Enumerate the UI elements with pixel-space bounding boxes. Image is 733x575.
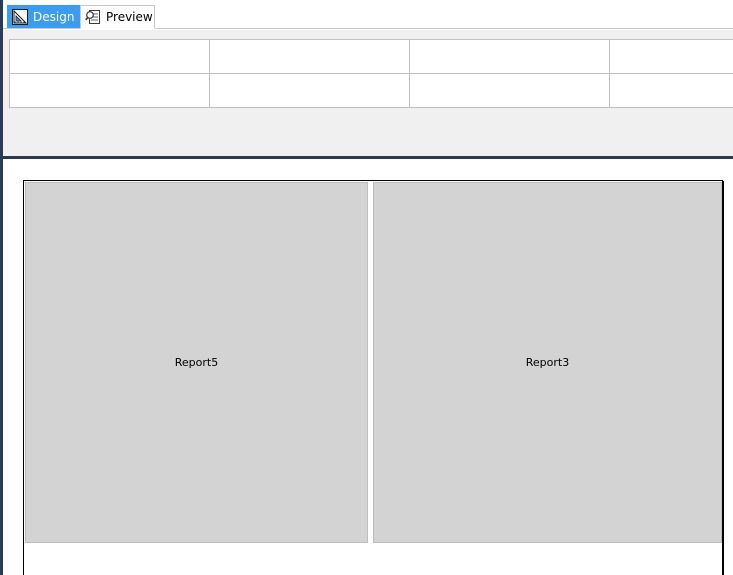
tab-preview[interactable]: Preview xyxy=(80,5,155,29)
parameter-grid xyxy=(9,39,733,108)
design-canvas: Report5 Report3 xyxy=(3,159,733,575)
parameter-cell[interactable] xyxy=(410,74,610,108)
parameter-cell[interactable] xyxy=(10,40,210,74)
subreport-report3[interactable]: Report3 xyxy=(373,182,722,543)
parameter-cell[interactable] xyxy=(410,40,610,74)
preview-report-icon xyxy=(85,9,101,25)
report-body-shadow xyxy=(722,181,724,575)
tab-preview-label: Preview xyxy=(106,10,153,24)
parameter-cell[interactable] xyxy=(610,40,733,74)
parameter-pane xyxy=(3,30,733,156)
subreport-label: Report5 xyxy=(174,356,219,369)
tab-design[interactable]: Design xyxy=(7,5,80,28)
subreport-label: Report3 xyxy=(525,356,570,369)
report-viewer-window: Design Preview Report5 Report3 xyxy=(0,0,733,575)
parameter-cell[interactable] xyxy=(610,74,733,108)
parameter-cell[interactable] xyxy=(210,40,410,74)
parameter-cell[interactable] xyxy=(10,74,210,108)
tab-design-label: Design xyxy=(33,9,75,24)
view-tabstrip: Design Preview xyxy=(3,0,733,30)
parameter-cell[interactable] xyxy=(210,74,410,108)
subreport-report5[interactable]: Report5 xyxy=(25,182,368,543)
design-ruler-icon xyxy=(12,8,28,25)
report-body[interactable]: Report5 Report3 xyxy=(23,180,723,575)
